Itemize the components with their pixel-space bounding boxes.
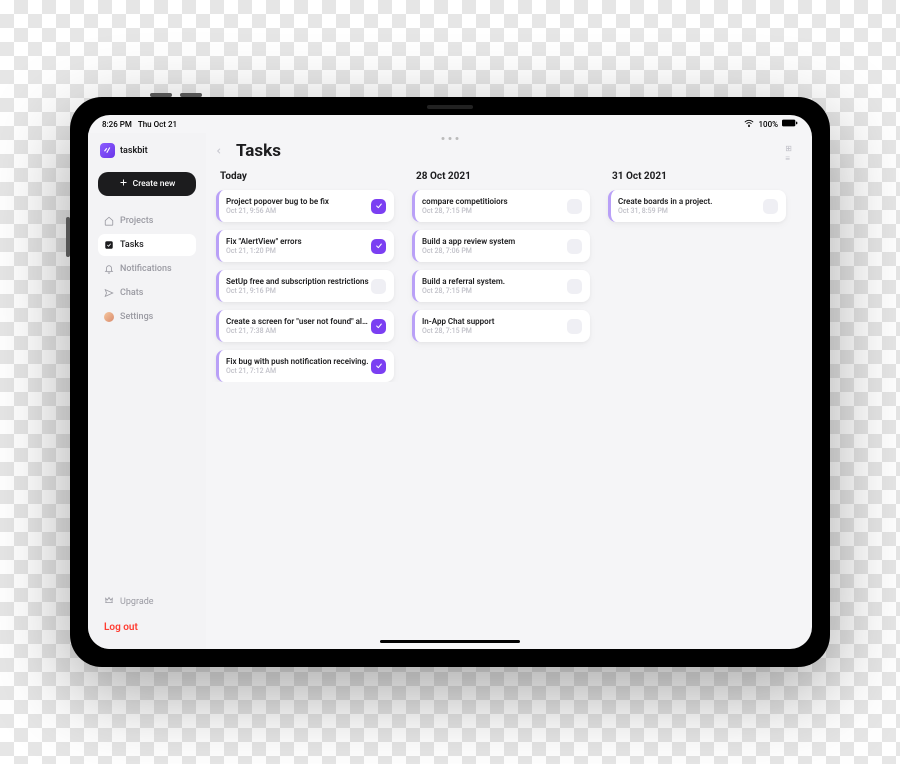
task-title: Fix bug with push notification receiving… xyxy=(226,357,371,366)
home-indicator[interactable] xyxy=(380,640,520,643)
status-bar: 8:26 PM Thu Oct 21 100% xyxy=(88,115,812,133)
task-date: Oct 21, 9:16 PM xyxy=(226,287,371,295)
task-date: Oct 21, 9:56 AM xyxy=(226,207,371,215)
task-empty-checkbox[interactable] xyxy=(567,199,582,214)
sidebar-item-label: Tasks xyxy=(120,240,144,250)
task-card[interactable]: Fix "AlertView" errorsOct 21, 1:20 PM xyxy=(216,230,394,262)
task-list: compare competitioiorsOct 28, 7:15 PMBui… xyxy=(412,190,590,342)
task-card[interactable]: Build a app review systemOct 28, 7:06 PM xyxy=(412,230,590,262)
task-date: Oct 28, 7:15 PM xyxy=(422,207,567,215)
task-title: Build a app review system xyxy=(422,237,567,246)
sidebar-item-tasks[interactable]: Tasks xyxy=(98,234,196,256)
create-new-label: Create new xyxy=(133,179,176,189)
task-date: Oct 21, 1:20 PM xyxy=(226,247,371,255)
page-title: Tasks xyxy=(236,141,281,161)
back-button[interactable] xyxy=(210,142,228,160)
status-time: 8:26 PM xyxy=(102,120,132,129)
battery-text: 100% xyxy=(758,120,778,129)
task-title: Build a referral system. xyxy=(422,277,567,286)
home-icon xyxy=(104,216,114,226)
camera-notch xyxy=(427,105,473,109)
task-date: Oct 28, 7:15 PM xyxy=(422,327,567,335)
task-list: Project popover bug to be fixOct 21, 9:5… xyxy=(216,190,394,382)
task-card[interactable]: SetUp free and subscription restrictions… xyxy=(216,270,394,302)
task-list: Create boards in a project.Oct 31, 8:59 … xyxy=(608,190,786,222)
battery-icon xyxy=(782,119,798,129)
brand-logo-icon xyxy=(100,143,115,158)
multitask-dots[interactable] xyxy=(442,137,459,140)
upgrade-button[interactable]: Upgrade xyxy=(98,591,196,612)
create-new-button[interactable]: Create new xyxy=(98,172,196,196)
column-title: 28 Oct 2021 xyxy=(416,171,590,182)
tablet-device-frame: 8:26 PM Thu Oct 21 100% xyxy=(70,97,830,667)
task-column: 31 Oct 2021 Create boards in a project.Oc… xyxy=(608,171,786,382)
avatar-icon xyxy=(104,312,114,322)
task-column: TodayProject popover bug to be fixOct 21… xyxy=(216,171,394,382)
bell-icon xyxy=(104,264,114,274)
task-columns: TodayProject popover bug to be fixOct 21… xyxy=(206,171,798,382)
sidebar-item-label: Settings xyxy=(120,312,153,322)
plus-icon xyxy=(119,178,128,190)
task-empty-checkbox[interactable] xyxy=(567,239,582,254)
sidebar-nav: Projects Tasks Notificatio xyxy=(98,210,196,328)
logout-label: Log out xyxy=(104,622,138,633)
task-date: Oct 28, 7:15 PM xyxy=(422,287,567,295)
task-empty-checkbox[interactable] xyxy=(763,199,778,214)
task-title: Create boards in a project. xyxy=(618,197,763,206)
device-side-button xyxy=(66,217,70,257)
sidebar-item-projects[interactable]: Projects xyxy=(98,210,196,232)
task-empty-checkbox[interactable] xyxy=(567,319,582,334)
task-card[interactable]: compare competitioiorsOct 28, 7:15 PM xyxy=(412,190,590,222)
task-card[interactable]: Create a screen for "user not found" ale… xyxy=(216,310,394,342)
status-date: Thu Oct 21 xyxy=(138,120,177,129)
task-title: Fix "AlertView" errors xyxy=(226,237,371,246)
sidebar-item-label: Notifications xyxy=(120,264,172,274)
task-date: Oct 21, 7:38 AM xyxy=(226,327,371,335)
sidebar-item-chats[interactable]: Chats xyxy=(98,282,196,304)
task-column: 28 Oct 2021compare competitioiorsOct 28,… xyxy=(412,171,590,382)
task-done-checkbox[interactable] xyxy=(371,359,386,374)
send-icon xyxy=(104,288,114,298)
sidebar-item-label: Chats xyxy=(120,288,143,298)
logout-button[interactable]: Log out xyxy=(98,618,196,637)
task-date: Oct 28, 7:06 PM xyxy=(422,247,567,255)
list-view-icon: ≡ xyxy=(785,155,792,163)
column-title: 31 Oct 2021 xyxy=(612,171,786,182)
task-empty-checkbox[interactable] xyxy=(371,279,386,294)
task-card[interactable]: Project popover bug to be fixOct 21, 9:5… xyxy=(216,190,394,222)
task-done-checkbox[interactable] xyxy=(371,239,386,254)
main-content: Tasks ⊞ ≡ Today Project popover bug to be… xyxy=(206,133,812,649)
task-card[interactable]: In-App Chat supportOct 28, 7:15 PM xyxy=(412,310,590,342)
sidebar-item-label: Projects xyxy=(120,216,153,226)
task-card[interactable]: Create boards in a project.Oct 31, 8:59 … xyxy=(608,190,786,222)
task-empty-checkbox[interactable] xyxy=(567,279,582,294)
task-done-checkbox[interactable] xyxy=(371,199,386,214)
upgrade-label: Upgrade xyxy=(120,597,154,607)
column-title: Today xyxy=(220,171,394,182)
task-title: Create a screen for "user not found" ale… xyxy=(226,317,371,326)
wifi-icon xyxy=(744,119,754,129)
crown-icon xyxy=(104,595,114,608)
brand[interactable]: taskbit xyxy=(98,141,196,164)
task-card[interactable]: Build a referral system.Oct 28, 7:15 PM xyxy=(412,270,590,302)
task-date: Oct 21, 7:12 AM xyxy=(226,367,371,375)
task-title: compare competitioiors xyxy=(422,197,567,206)
task-title: SetUp free and subscription restrictions xyxy=(226,277,371,286)
view-toggle[interactable]: ⊞ ≡ xyxy=(785,145,792,163)
task-date: Oct 31, 8:59 PM xyxy=(618,207,763,215)
check-square-icon xyxy=(104,240,114,250)
task-title: Project popover bug to be fix xyxy=(226,197,371,206)
sidebar-item-notifications[interactable]: Notifications xyxy=(98,258,196,280)
sidebar: taskbit Create new Projects xyxy=(88,133,206,649)
device-top-buttons xyxy=(150,93,202,97)
brand-name: taskbit xyxy=(120,146,148,156)
sidebar-item-settings[interactable]: Settings xyxy=(98,306,196,328)
task-done-checkbox[interactable] xyxy=(371,319,386,334)
task-title: In-App Chat support xyxy=(422,317,567,326)
grid-view-icon: ⊞ xyxy=(785,145,792,153)
task-card[interactable]: Fix bug with push notification receiving… xyxy=(216,350,394,382)
